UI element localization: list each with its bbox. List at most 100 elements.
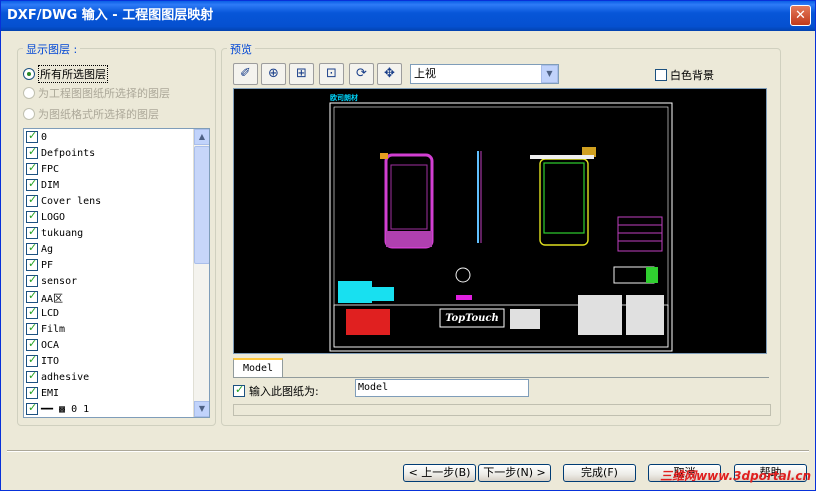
watermark: 三维网www.3dportal.cn — [660, 469, 811, 483]
scroll-up-button[interactable]: ▲ — [194, 129, 209, 145]
white-background-checkbox[interactable]: 白色背景 — [655, 67, 714, 83]
window-title: DXF/DWG 输入 - 工程图图层映射 — [7, 8, 214, 23]
fpc-detail-tab — [646, 267, 658, 283]
layer-item[interactable]: ITO — [24, 353, 209, 369]
layer-checkbox[interactable] — [26, 337, 38, 351]
zoom-window-icon: ⊞ — [296, 66, 307, 81]
layer-item[interactable]: 0 — [24, 129, 209, 145]
select-button[interactable]: ✐ — [233, 63, 258, 85]
view-orientation-select[interactable]: 上视 ▼ — [410, 64, 559, 84]
layer-checkbox[interactable] — [26, 369, 38, 383]
scroll-down-button[interactable]: ▼ — [194, 401, 209, 417]
layer-checkbox[interactable] — [26, 385, 38, 399]
layer-name: Film — [41, 323, 66, 335]
layer-item[interactable]: AA区 — [24, 289, 209, 305]
layer-checkbox[interactable] — [26, 257, 38, 271]
layer-items: 0 Defpoints FPC DIM Cover lens LOGO tukuang Ag P… — [24, 129, 209, 417]
finish-button[interactable]: 完成(F) — [563, 464, 636, 482]
layer-item[interactable]: Cover lens — [24, 193, 209, 209]
layer-item[interactable]: sensor — [24, 273, 209, 289]
layer-item[interactable]: adhesive — [24, 369, 209, 385]
cyan-block — [338, 281, 372, 303]
title-bar[interactable]: DXF/DWG 输入 - 工程图图层映射 ✕ — [1, 1, 815, 31]
import-as-sheet-checkbox[interactable]: 输入此图纸为: — [233, 383, 319, 399]
layer-list[interactable]: 0 Defpoints FPC DIM Cover lens LOGO tukuang Ag P… — [23, 128, 210, 418]
layer-item[interactable]: Film — [24, 321, 209, 337]
tab-model[interactable]: Model — [233, 358, 283, 378]
layer-checkbox[interactable] — [26, 305, 38, 319]
tab-model-label: Model — [242, 363, 274, 374]
chevron-down-icon[interactable]: ▼ — [541, 65, 558, 83]
scroll-thumb[interactable] — [194, 146, 209, 264]
layer-item[interactable]: Ag — [24, 241, 209, 257]
layer-item[interactable]: EMI — [24, 385, 209, 401]
layer-name: Cover lens — [41, 195, 102, 207]
layer-name: LCD — [41, 307, 60, 319]
layer-name: ITO — [41, 355, 60, 367]
radio-drawing-sheet-layers[interactable]: 为工程图图纸所选择的图层 — [23, 85, 170, 101]
layer-name: EMI — [41, 387, 60, 399]
layer-checkbox[interactable] — [26, 209, 38, 223]
red-notes-block — [346, 309, 390, 335]
radio-all-layers[interactable]: 所有所选图层 — [23, 65, 108, 83]
layer-name: Ag — [41, 243, 54, 255]
company-logo: TopTouch — [445, 313, 499, 324]
layer-item[interactable]: ━━ ▩ 0 1 — [24, 401, 209, 417]
next-button[interactable]: 下一步(N) > — [478, 464, 551, 482]
back-button[interactable]: < 上一步(B) — [403, 464, 476, 482]
zoom-fit-icon: ⊡ — [326, 66, 337, 81]
status-bar — [233, 404, 771, 416]
layer-checkbox[interactable] — [26, 321, 38, 335]
preview-group-label: 预览 — [227, 41, 255, 57]
layer-item[interactable]: OCA — [24, 337, 209, 353]
layer-item[interactable]: tukuang — [24, 225, 209, 241]
radio-sheet-format-layers[interactable]: 为图纸格式所选择的图层 — [23, 106, 159, 122]
white-background-label: 白色背景 — [670, 69, 714, 82]
layer-checkbox[interactable] — [26, 225, 38, 239]
layer-checkbox[interactable] — [26, 145, 38, 159]
layer-checkbox[interactable] — [26, 129, 38, 143]
drawing-canvas: 欧司朗材 TopTouch — [329, 93, 673, 352]
close-button[interactable]: ✕ — [790, 5, 811, 26]
layer-item[interactable]: DIM — [24, 177, 209, 193]
layer-checkbox[interactable] — [26, 401, 38, 415]
layer-name: 0 — [41, 131, 48, 143]
approval-block — [626, 295, 664, 335]
pan-button[interactable]: ✥ — [377, 63, 402, 85]
zoom-window-button[interactable]: ⊞ — [289, 63, 314, 85]
layer-item[interactable]: LOGO — [24, 209, 209, 225]
layer-item[interactable]: PF — [24, 257, 209, 273]
layer-name: adhesive — [41, 371, 90, 383]
layer-name: sensor — [41, 275, 78, 287]
layer-checkbox[interactable] — [26, 353, 38, 367]
drawing-header-text: 欧司朗材 — [330, 93, 358, 102]
layer-item[interactable]: FPC — [24, 161, 209, 177]
layer-name: LOGO — [41, 211, 66, 223]
layer-item[interactable]: Defpoints — [24, 145, 209, 161]
layer-checkbox[interactable] — [26, 241, 38, 255]
layer-checkbox[interactable] — [26, 289, 38, 303]
zoom-in-button[interactable]: ⊕ — [261, 63, 286, 85]
checkbox-box — [655, 69, 667, 81]
rotate-button[interactable]: ⟳ — [349, 63, 374, 85]
layer-name: AA区 — [41, 293, 64, 305]
zoom-fit-button[interactable]: ⊡ — [319, 63, 344, 85]
layer-checkbox[interactable] — [26, 177, 38, 191]
layer-name: tukuang — [41, 227, 84, 239]
symbol-bar — [456, 295, 472, 300]
checkbox-box — [233, 383, 245, 397]
import-as-sheet-label: 输入此图纸为: — [249, 385, 319, 398]
rotate-icon: ⟳ — [356, 66, 367, 81]
layer-list-scrollbar[interactable]: ▲ ▼ — [193, 129, 209, 417]
radio-dot — [23, 68, 35, 80]
layer-checkbox[interactable] — [26, 193, 38, 207]
tab-underline — [233, 377, 769, 378]
radio-dot — [23, 87, 35, 99]
layer-checkbox[interactable] — [26, 161, 38, 175]
layer-name: Defpoints — [41, 147, 96, 159]
layer-checkbox[interactable] — [26, 273, 38, 287]
sheet-name-input[interactable]: Model — [355, 379, 529, 397]
layer-name: ━━ ▩ 0 1 — [41, 403, 90, 415]
drawing-preview[interactable]: 欧司朗材 TopTouch — [233, 88, 767, 354]
layer-item[interactable]: LCD — [24, 305, 209, 321]
